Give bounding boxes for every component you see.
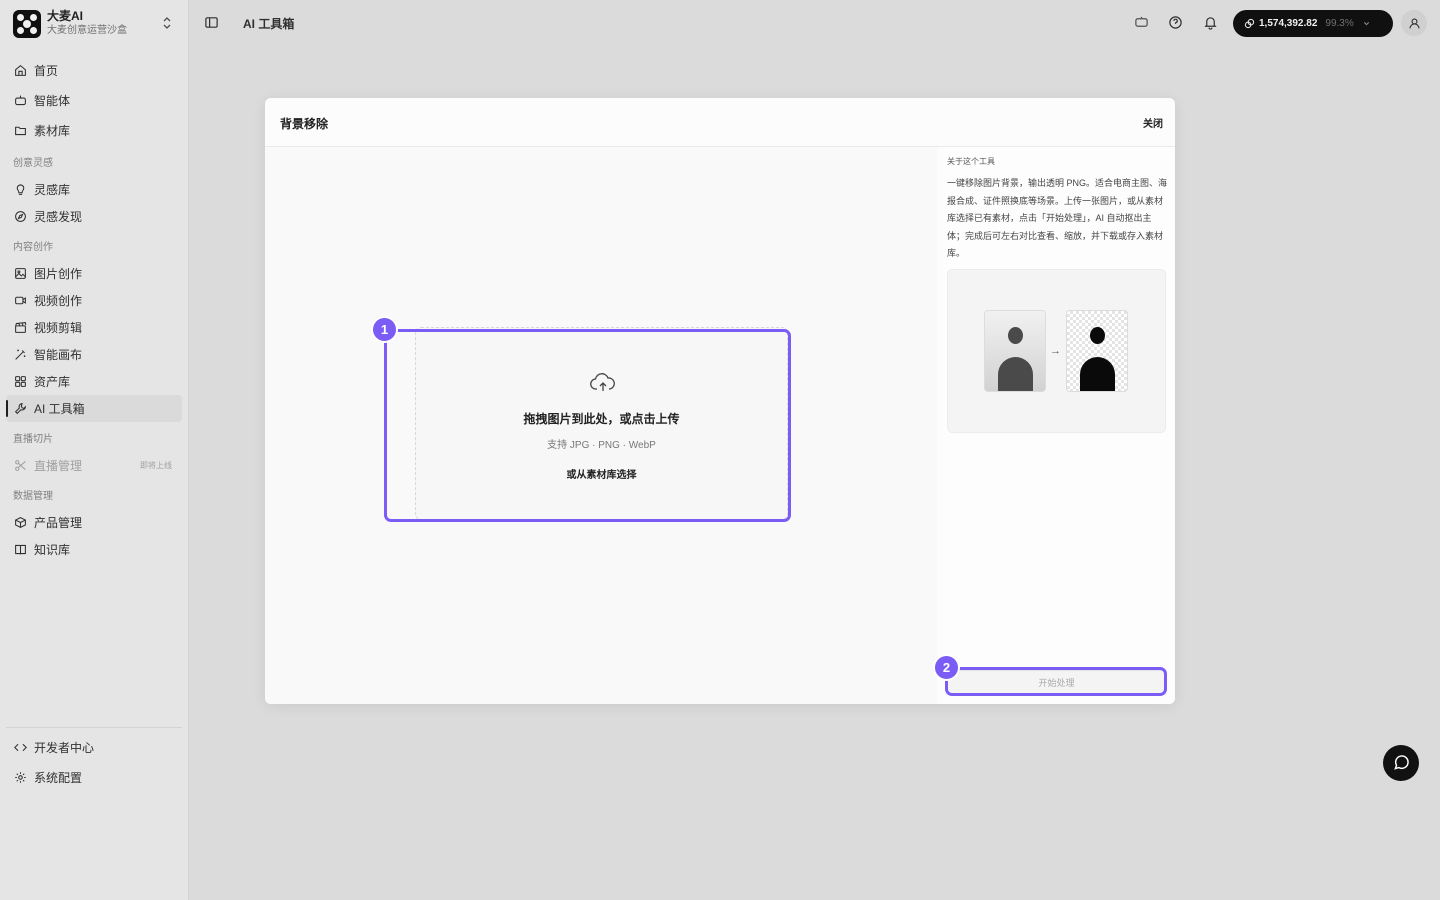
step-badge-1: 1: [371, 316, 398, 343]
about-description: 一键移除图片背景，输出透明 PNG。适合电商主图、海报合成、证件照换底等场景。上…: [947, 178, 1168, 259]
preview-before-image: [984, 310, 1046, 392]
chat-floating-button[interactable]: [1383, 745, 1419, 781]
modal-header: 背景移除 关闭: [265, 98, 1175, 147]
tool-info-panel: 关于这个工具 一键移除图片背景，输出透明 PNG。适合电商主图、海报合成、证件照…: [937, 147, 1175, 704]
preview-after-image: [1066, 310, 1128, 392]
highlight-box-2: [945, 667, 1167, 696]
step-badge-2: 2: [933, 654, 960, 681]
before-after-preview: →: [947, 269, 1166, 433]
close-button[interactable]: 关闭: [1143, 115, 1163, 130]
arrow-right-icon: →: [1050, 345, 1061, 357]
highlight-box-1: [384, 329, 791, 522]
message-circle-icon: [1394, 755, 1409, 770]
modal-title: 背景移除: [280, 117, 329, 131]
about-label: 关于这个工具: [947, 157, 995, 166]
